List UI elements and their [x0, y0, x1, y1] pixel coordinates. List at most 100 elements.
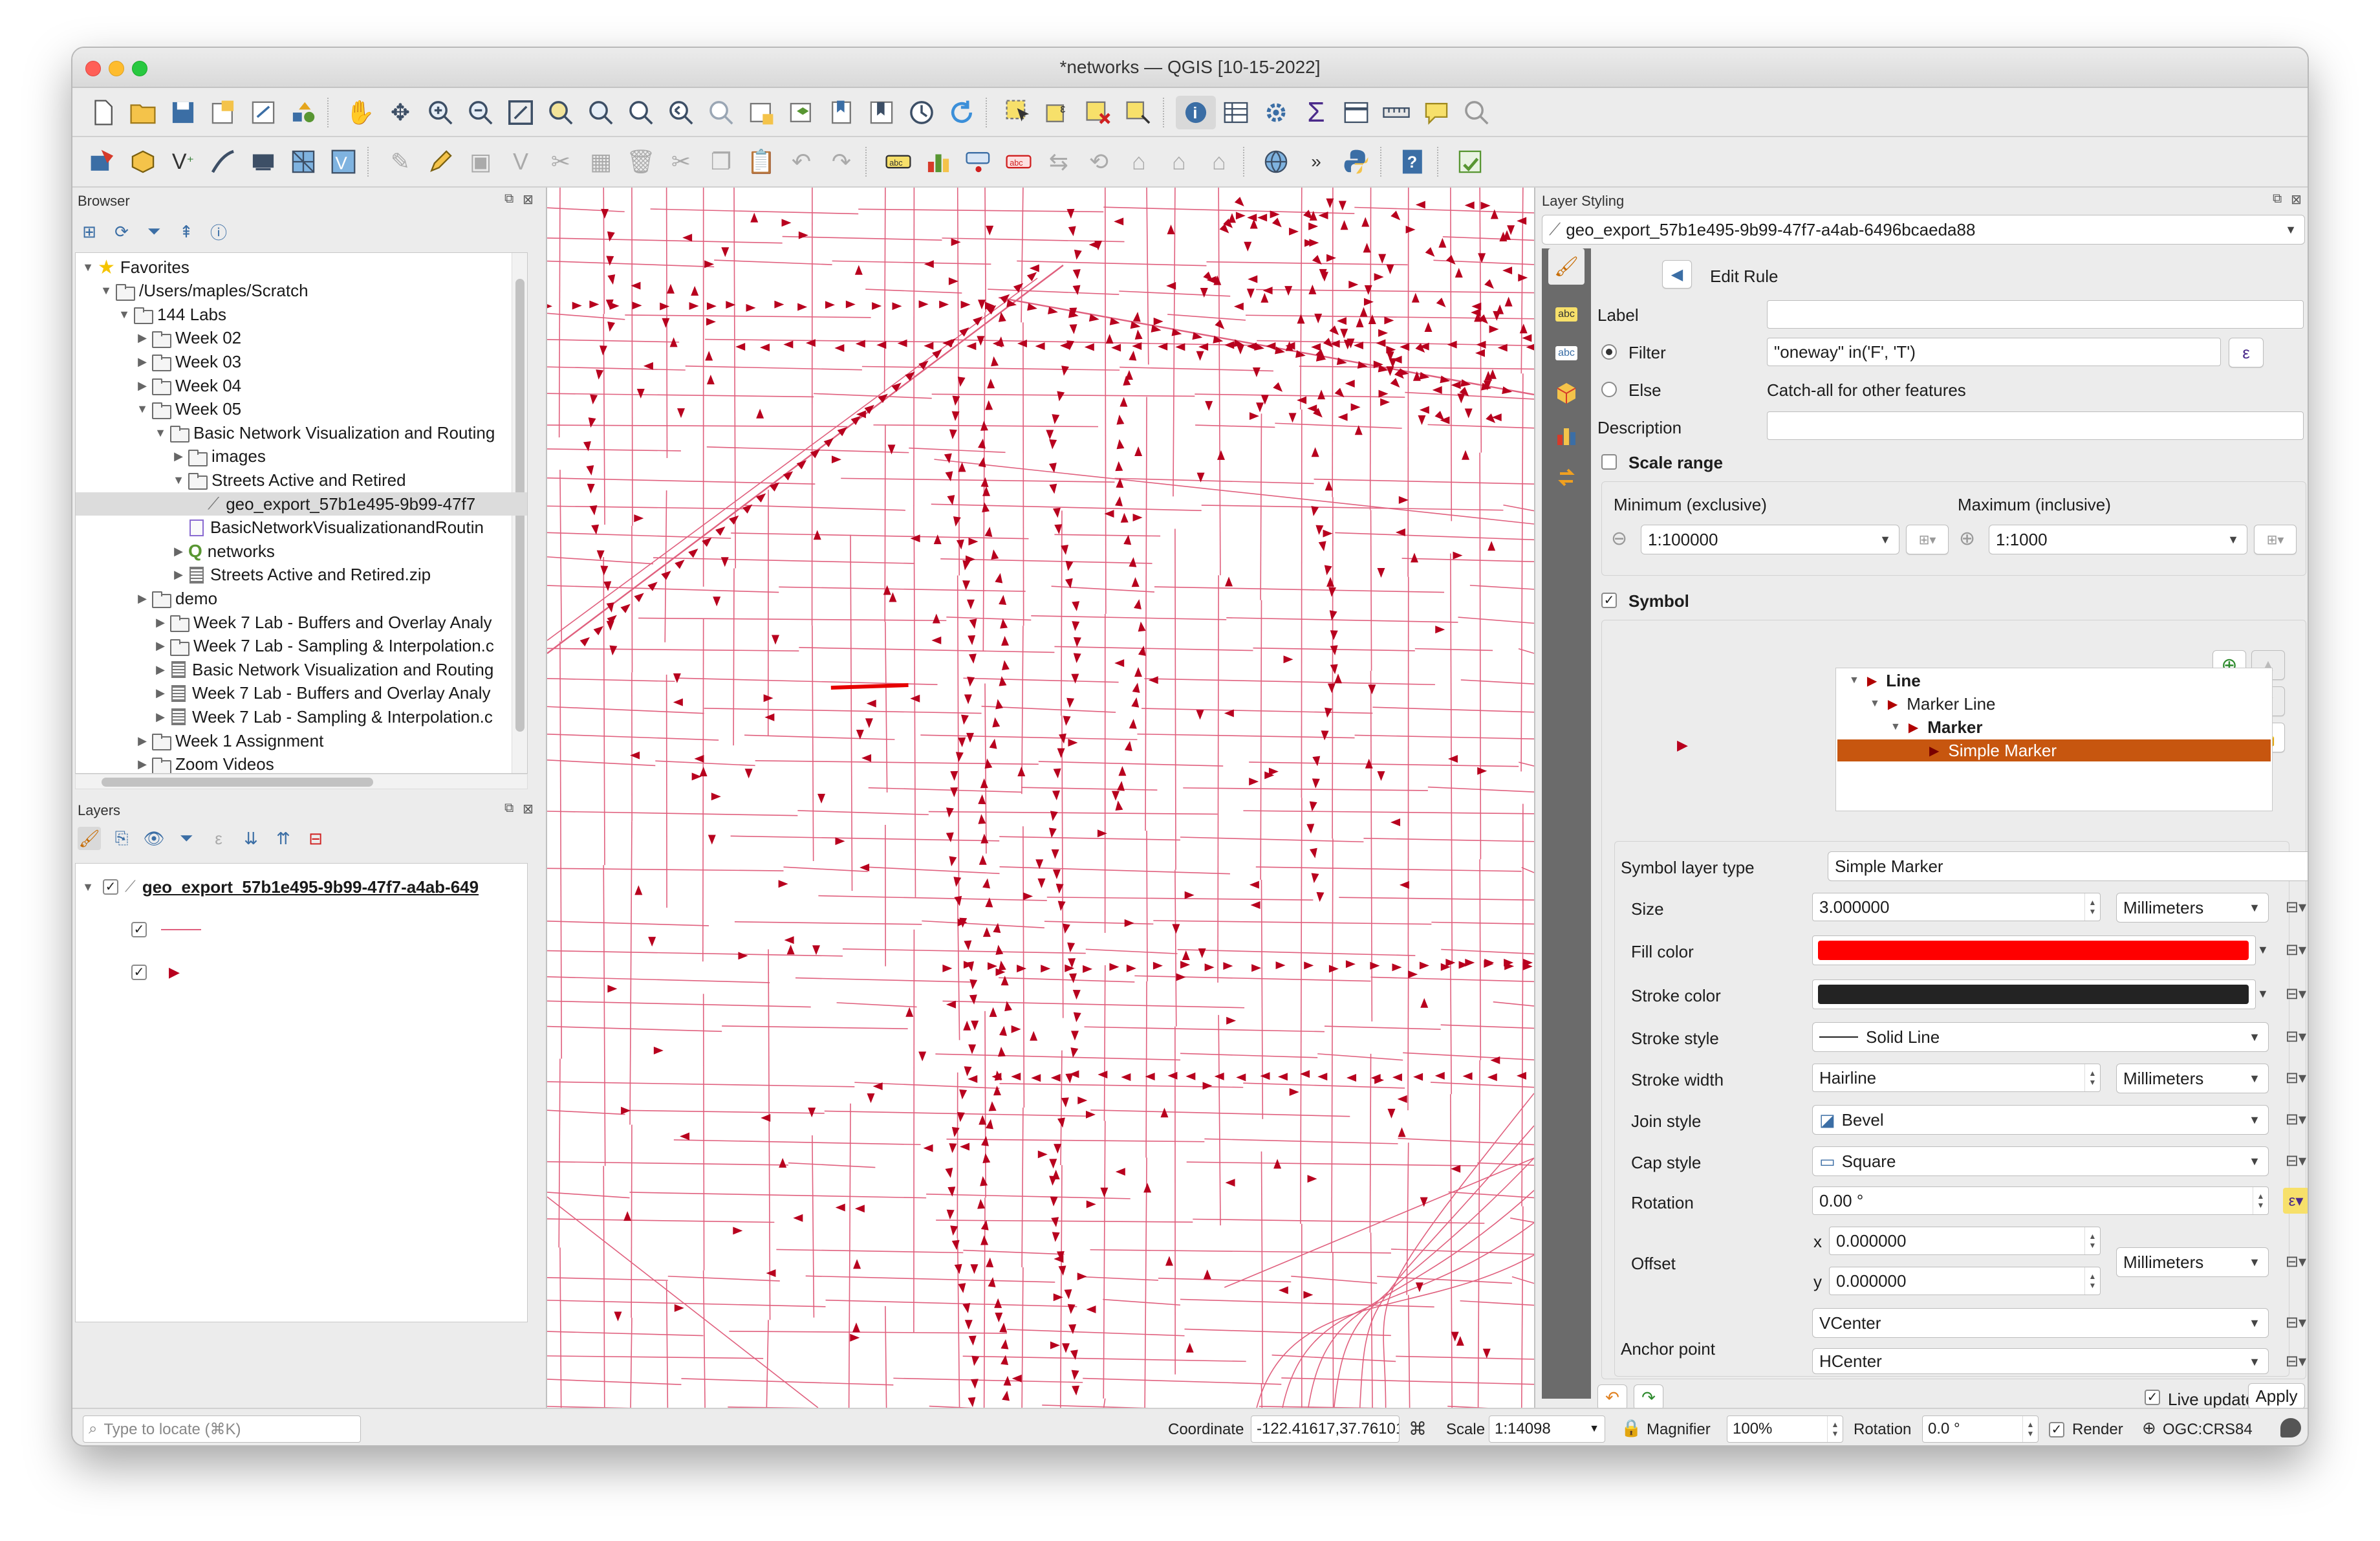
chevron-right-icon[interactable]: ▶ [153, 710, 168, 724]
browser-tree-item[interactable]: ▶ Week 1 Assignment [76, 729, 527, 752]
crs-globe-icon[interactable]: ⊕ [2142, 1418, 2156, 1438]
data-defined-override-icon[interactable]: ⊟▾ [2283, 1309, 2308, 1335]
chevron-down-icon[interactable]: ▼ [1870, 698, 1880, 710]
apply-button[interactable]: Apply [2248, 1383, 2305, 1409]
data-defined-override-icon[interactable]: ⊟▾ [2283, 1148, 2308, 1174]
add-virtual-layer-icon[interactable]: V [323, 145, 363, 179]
select-by-value-icon[interactable]: ε [1039, 96, 1079, 129]
render-checkbox[interactable]: ✓ [2049, 1422, 2064, 1437]
data-defined-override-icon[interactable]: ⊟▾ [2283, 1065, 2308, 1091]
add-raster-icon[interactable] [203, 145, 243, 179]
refresh-icon[interactable] [942, 96, 982, 129]
stepper-icon[interactable]: ▲ ▼ [2022, 1416, 2038, 1442]
maximum-scale-combo[interactable]: 1:1000 ▼ [1989, 525, 2247, 554]
masks-tab-icon[interactable]: abc [1548, 335, 1585, 371]
new-project-icon[interactable] [83, 96, 123, 129]
save-project-icon[interactable] [163, 96, 203, 129]
pan-hand-icon[interactable]: ✋ [340, 96, 380, 129]
zoom-to-layer-icon[interactable] [581, 96, 621, 129]
crs-label[interactable]: OGC:CRS84 [2163, 1421, 2253, 1439]
show-bookmarks-icon[interactable] [861, 96, 902, 129]
magnifier-input[interactable]: 100% ▲ ▼ [1727, 1415, 1843, 1443]
rule-item-marker[interactable]: ✓ ▶ [76, 961, 527, 984]
toggle-extents-icon[interactable]: ⌘ [1409, 1418, 1427, 1439]
fill-color-button[interactable] [1812, 935, 2256, 965]
chevron-right-icon[interactable]: ▶ [171, 450, 186, 463]
style-manager-icon[interactable] [283, 96, 323, 129]
offset-y-input[interactable]: 0.000000 ▲ ▼ [1829, 1267, 2101, 1295]
chevron-right-icon[interactable]: ▶ [135, 734, 149, 748]
panel-close-icon[interactable]: ⊠ [2291, 191, 2302, 208]
symbology-tab-icon[interactable]: 🖌 [1548, 248, 1585, 285]
browser-horizontal-scrollbar[interactable] [75, 774, 528, 789]
filter-expression-icon[interactable]: ε [207, 827, 230, 850]
chevron-right-icon[interactable]: ▶ [153, 616, 168, 629]
collapse-all-icon[interactable]: ⇈ [272, 827, 295, 850]
layers-list[interactable]: ▼ ✓ ⟋ geo_export_57b1e495-9b99-47f7-a4ab… [75, 863, 528, 1322]
chevron-down-icon[interactable]: ▼ [81, 261, 95, 274]
chevron-down-icon[interactable]: ▼ [1849, 675, 1859, 686]
show-hide-labels-icon[interactable]: abc [999, 145, 1039, 179]
remove-layer-icon[interactable]: ⊟ [304, 827, 327, 850]
rule-item-line[interactable]: ✓ [76, 918, 527, 941]
overflow-chevron-icon[interactable]: » [1296, 145, 1336, 179]
open-project-icon[interactable] [123, 96, 163, 129]
zoom-native-icon[interactable] [621, 96, 661, 129]
cut-features-icon[interactable]: ✂ [661, 145, 701, 179]
browser-tree-item[interactable]: ▶ Week 7 Lab - Sampling & Interpolation.c [76, 635, 527, 658]
rule-visibility-checkbox[interactable]: ✓ [131, 922, 147, 937]
data-defined-override-icon[interactable]: ⊟▾ [2283, 894, 2308, 920]
chevron-right-icon[interactable]: ▶ [135, 758, 149, 771]
open-layer-styling-icon[interactable]: 🖌 [78, 827, 101, 850]
symbol-layer-tree[interactable]: ▼ ▶ Line ▼ ▶ Marker Line ▼ ▶ Marker ▶ Simple Marke… [1835, 668, 2273, 811]
chevron-down-icon[interactable]: ▼ [1890, 721, 1901, 733]
add-selected-layers-icon[interactable]: ⊞ [78, 220, 101, 243]
attribute-table-icon[interactable] [1216, 96, 1256, 129]
chevron-down-icon[interactable]: ▼ [117, 308, 131, 322]
stepper-icon[interactable]: ▲ ▼ [2253, 1187, 2268, 1214]
pin-labels-icon[interactable] [958, 145, 999, 179]
undo-icon[interactable]: ↶ [781, 145, 821, 179]
anchor-horizontal-combo[interactable]: HCenter ▼ [1812, 1348, 2269, 1374]
scale-range-checkbox[interactable] [1601, 454, 1617, 470]
vertex-tool-icon[interactable]: ✂ [541, 145, 581, 179]
filter-browser-icon[interactable]: ⏷ [142, 220, 166, 243]
add-feature-icon[interactable]: V [501, 145, 541, 179]
stroke-color-button[interactable] [1812, 979, 2256, 1009]
chevron-right-icon[interactable]: ▶ [135, 355, 149, 369]
stepper-icon[interactable]: ▲ ▼ [2084, 893, 2100, 921]
zoom-to-selection-icon[interactable] [541, 96, 581, 129]
toggle-editing-icon[interactable] [420, 145, 460, 179]
back-button[interactable]: ◀ [1662, 260, 1692, 289]
pan-to-selection-icon[interactable]: ✥ [380, 96, 420, 129]
data-source-manager-icon[interactable] [83, 145, 123, 179]
layer-visibility-checkbox[interactable]: ✓ [103, 879, 118, 895]
browser-tree-item[interactable]: ▼ /Users/maples/Scratch [76, 279, 527, 303]
stepper-icon[interactable]: ▲ ▼ [1827, 1416, 1843, 1442]
add-mesh-icon[interactable] [283, 145, 323, 179]
locator-settings-icon[interactable] [1456, 96, 1497, 129]
label-callout-icon[interactable]: ⌂ [1199, 145, 1239, 179]
symbol-layer-item[interactable]: ▼ ▶ Line [1837, 670, 1921, 692]
zoom-out-icon[interactable] [460, 96, 501, 129]
stepper-icon[interactable]: ▲ ▼ [2084, 1227, 2100, 1254]
size-unit-combo[interactable]: Millimeters ▼ [2116, 893, 2269, 923]
browser-tree-item[interactable]: ▶ Week 04 [76, 374, 527, 397]
undo-style-button[interactable]: ↶ [1597, 1384, 1627, 1410]
plugin-globe-icon[interactable] [1256, 145, 1296, 179]
save-edits-icon[interactable]: ▣ [460, 145, 501, 179]
symbol-layer-item[interactable]: ▶ Simple Marker [1837, 739, 2271, 761]
size-input[interactable]: 3.000000 ▲ ▼ [1812, 893, 2101, 921]
labels-tab-icon[interactable]: abc [1548, 296, 1585, 333]
stroke-style-combo[interactable]: Solid Line ▼ [1812, 1022, 2269, 1052]
move-selection-icon[interactable] [1119, 96, 1159, 129]
coordinate-input[interactable]: -122.41617,37.76101 [1251, 1415, 1400, 1443]
data-defined-override-icon[interactable]: ⊟▾ [2283, 981, 2308, 1007]
add-vector-layer-icon[interactable]: V ⁺ [163, 145, 203, 179]
chevron-down-icon[interactable]: ▼ [135, 402, 149, 416]
browser-tree-item[interactable]: ▶ Zoom Videos [76, 753, 527, 773]
add-wms-icon[interactable] [243, 145, 283, 179]
chevron-right-icon[interactable]: ▶ [171, 568, 186, 582]
stroke-width-unit-combo[interactable]: Millimeters ▼ [2116, 1064, 2269, 1093]
panel-float-icon[interactable]: ⧉ [504, 801, 514, 816]
